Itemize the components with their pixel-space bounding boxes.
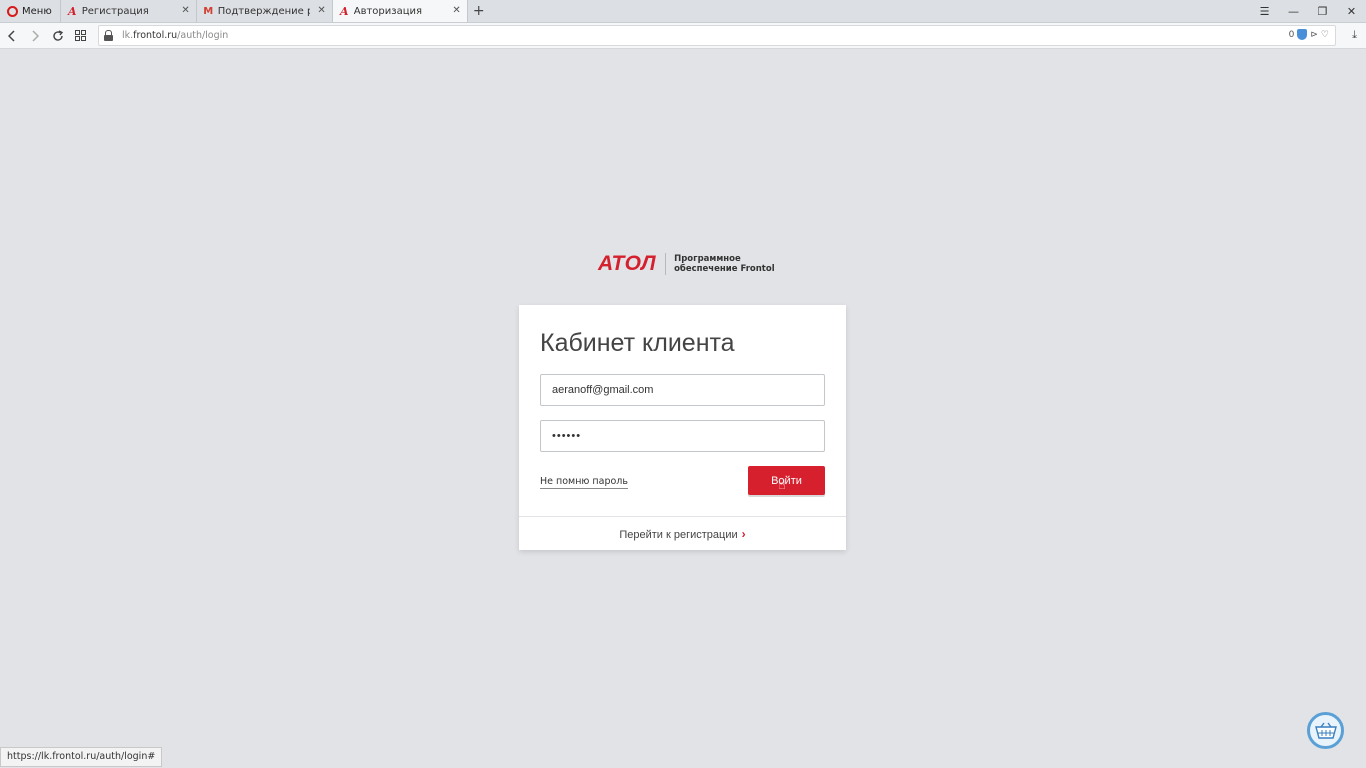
url-actions: 0 ⊳ ♡ [1289, 29, 1329, 40]
window-controls: ☰ — ❐ ✕ [1250, 0, 1366, 22]
basket-widget-button[interactable] [1307, 712, 1344, 749]
reload-icon [52, 29, 63, 41]
email-field[interactable] [540, 374, 825, 406]
logo-caption-line2: обеспечение Frontol [674, 264, 775, 274]
close-icon[interactable]: ✕ [317, 5, 325, 16]
register-link[interactable]: Перейти к регистрации › [519, 527, 846, 541]
send-icon[interactable]: ⊳ [1310, 30, 1318, 40]
opera-logo-icon [7, 5, 18, 17]
card-divider [519, 516, 846, 517]
tab-title: Регистрация [81, 5, 149, 17]
tab-registration-confirmation[interactable]: M Подтверждение регистрации ✕ [195, 0, 332, 22]
tab-menu-icon[interactable]: ☰ [1250, 5, 1279, 18]
aton-logo: АТОЛ Программное обеспечение Frontol [598, 252, 775, 276]
login-card: Кабинет клиента Не помню пароль Войти ☝ … [519, 305, 846, 550]
chevron-right-icon [31, 29, 39, 42]
basket-icon [1314, 722, 1337, 739]
tab-authorization[interactable]: A Авторизация ✕ [331, 0, 468, 22]
close-icon[interactable]: ✕ [181, 5, 189, 16]
close-icon[interactable]: ✕ [452, 5, 460, 16]
menu-label: Меню [22, 5, 52, 17]
download-icon[interactable]: ⤓ [1352, 28, 1357, 42]
blocked-count: 0 [1288, 29, 1295, 40]
url-path: /auth/login [177, 30, 229, 41]
chevron-left-icon [7, 29, 15, 42]
aton-icon: A [339, 4, 349, 18]
gmail-icon: M [203, 5, 214, 17]
aton-icon: A [67, 4, 77, 18]
chevron-right-icon: › [741, 527, 746, 541]
password-field[interactable] [540, 420, 825, 452]
lock-icon [104, 30, 113, 41]
url-text: lk.frontol.ru/auth/login [122, 30, 228, 41]
opera-menu-button[interactable]: Меню [0, 0, 60, 22]
logo-caption: Программное обеспечение Frontol [674, 254, 775, 274]
forward-button[interactable] [23, 25, 46, 47]
tab-title: Авторизация [353, 5, 423, 17]
reload-button[interactable] [46, 25, 69, 47]
tab-registration[interactable]: A Регистрация ✕ [59, 0, 196, 22]
logo-caption-line1: Программное [674, 254, 741, 264]
status-bar-url: https://lk.frontol.ru/auth/login# [0, 747, 163, 767]
url-host: frontol.ru [133, 30, 178, 41]
logo-mark: АТОЛ [598, 252, 657, 275]
login-button[interactable]: Войти [748, 466, 825, 495]
heart-icon[interactable]: ♡ [1321, 30, 1329, 40]
speed-dial-button[interactable] [69, 25, 92, 47]
register-link-label: Перейти к регистрации [619, 529, 738, 541]
grid-icon [75, 30, 86, 41]
shield-icon[interactable] [1297, 29, 1308, 40]
tab-title: Подтверждение регистрации [217, 5, 310, 17]
forgot-password-link[interactable]: Не помню пароль [540, 476, 628, 489]
url-field[interactable]: lk.frontol.ru/auth/login 0 ⊳ ♡ [98, 25, 1336, 46]
address-bar: lk.frontol.ru/auth/login 0 ⊳ ♡ ⤓ [0, 23, 1366, 49]
url-prefix: lk. [122, 30, 134, 41]
new-tab-button[interactable]: + [468, 0, 490, 22]
back-button[interactable] [0, 25, 23, 47]
page-title: Кабинет клиента [540, 329, 735, 357]
close-window-icon[interactable]: ✕ [1337, 5, 1366, 18]
logo-divider [665, 253, 667, 275]
tab-bar: Меню A Регистрация ✕ M Подтверждение рег… [0, 0, 1366, 23]
minimize-icon[interactable]: — [1279, 5, 1308, 18]
restore-icon[interactable]: ❐ [1308, 5, 1337, 18]
